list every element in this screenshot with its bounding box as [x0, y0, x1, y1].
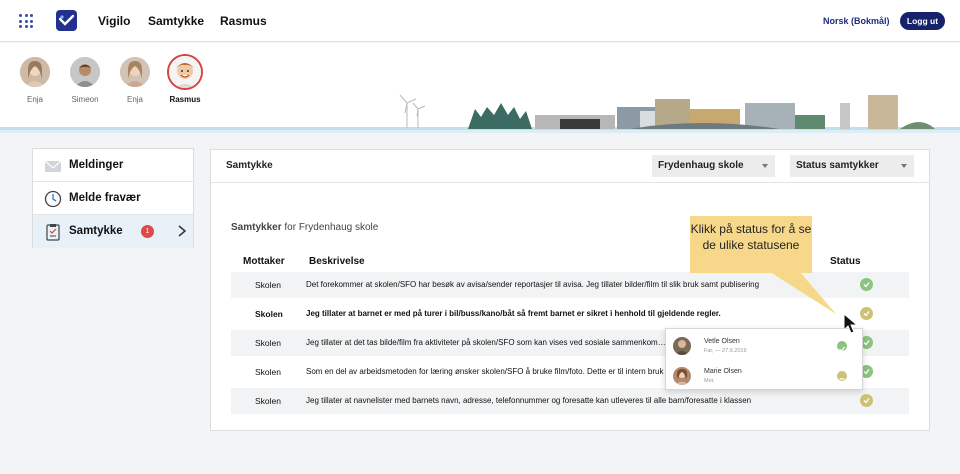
description-cell: Som en del av arbeidsmetoden for læring … [306, 367, 664, 376]
sidebar-item-label: Melde fravær [69, 192, 141, 204]
avatar [70, 57, 100, 87]
guardian-meta: Far, — 27.9.2019 [704, 348, 747, 354]
sidebar-item-label: Meldinger [69, 159, 124, 171]
sidebar-item-samtykke[interactable]: Samtykke 1 [33, 215, 193, 248]
mouse-cursor-icon [843, 313, 859, 334]
sidebar-item-melde-fravaer[interactable]: Melde fravær [33, 182, 193, 215]
status-pending-icon [837, 371, 847, 381]
table-row[interactable]: Skolen Jeg tillater at barnet er med på … [231, 301, 909, 327]
description-cell: Jeg tillater at barnet er med på turer i… [306, 309, 721, 318]
chevron-right-icon [178, 225, 187, 237]
help-callout: Klikk på status for å se de ulike status… [690, 216, 812, 273]
description-cell: Det forekommer at skolen/SFO har besøk a… [306, 280, 760, 289]
subtitle-rest: for Frydenhaug skole [281, 222, 379, 233]
recipient-cell: Skolen [255, 338, 281, 348]
clipboard-icon [46, 224, 60, 241]
status-partial-icon[interactable] [860, 307, 873, 320]
guardian-status-row: Vetle Olsen Far, — 27.9.2019 [666, 330, 862, 360]
list-subtitle: Samtykker for Frydenhaug skole [231, 222, 378, 233]
recipient-cell: Skolen [255, 367, 281, 377]
sidebar-item-label: Samtykke [69, 225, 123, 237]
school-select-value: Frydenhaug skole [658, 160, 744, 171]
guardian-status-row: Marie Olsen Mor, [666, 360, 862, 390]
status-filter-select[interactable]: Status samtykker [790, 155, 914, 177]
table-row[interactable]: Skolen Det forekommer at skolen/SFO har … [231, 272, 909, 298]
top-bar: Vigilo Samtykke Rasmus Norsk (Bokmål) Lo… [0, 0, 960, 42]
subtitle-bold: Samtykker [231, 222, 282, 233]
guardian-name: Marie Olsen [704, 368, 742, 375]
status-approved-icon[interactable] [860, 278, 873, 291]
column-header-status: Status [830, 256, 861, 267]
nav-samtykke[interactable]: Samtykke [148, 14, 204, 28]
status-details-popup: Vetle Olsen Far, — 27.9.2019 Marie Olsen… [665, 328, 863, 390]
description-cell: Jeg tillater at det tas bilde/film fra a… [306, 338, 666, 347]
town-skyline-illustration [0, 94, 960, 133]
column-header-recipient: Mottaker [243, 256, 285, 267]
guardian-name: Vetle Olsen [704, 338, 740, 345]
avatar [167, 54, 203, 90]
status-approved-icon [837, 341, 847, 352]
description-cell: Jeg tillater at navnelister med barnets … [306, 396, 752, 405]
panel-header: Samtykke Frydenhaug skole Status samtykk… [211, 150, 929, 183]
column-header-description: Beskrivelse [309, 256, 365, 267]
envelope-icon [44, 160, 62, 172]
recipient-cell: Skolen [255, 396, 281, 406]
table-row[interactable]: Skolen Jeg tillater at navnelister med b… [231, 388, 909, 414]
avatar [120, 57, 150, 87]
avatar [20, 57, 50, 87]
sidebar: Meldinger Melde fravær Samtykke 1 [32, 148, 194, 248]
children-banner: Enja Simeon Enja Rasmus [0, 43, 960, 133]
vigilo-logo[interactable] [56, 10, 77, 31]
guardian-avatar [673, 367, 691, 385]
sidebar-item-meldinger[interactable]: Meldinger [33, 149, 193, 182]
logout-button[interactable]: Logg ut [900, 12, 945, 30]
guardian-avatar [673, 337, 691, 355]
page-title: Samtykke [226, 160, 273, 171]
status-select-value: Status samtykker [796, 160, 879, 171]
clock-icon [44, 190, 62, 208]
brand-link[interactable]: Vigilo [98, 14, 130, 28]
app-grid-icon[interactable] [19, 14, 33, 28]
nav-child[interactable]: Rasmus [220, 14, 267, 28]
school-select[interactable]: Frydenhaug skole [652, 155, 775, 177]
caret-down-icon [762, 164, 768, 168]
guardian-meta: Mor, [704, 378, 715, 384]
caret-down-icon [901, 164, 907, 168]
status-partial-icon[interactable] [860, 394, 873, 407]
notification-badge: 1 [141, 225, 154, 238]
recipient-cell: Skolen [255, 280, 281, 290]
language-selector[interactable]: Norsk (Bokmål) [823, 16, 890, 26]
recipient-cell: Skolen [255, 309, 283, 319]
